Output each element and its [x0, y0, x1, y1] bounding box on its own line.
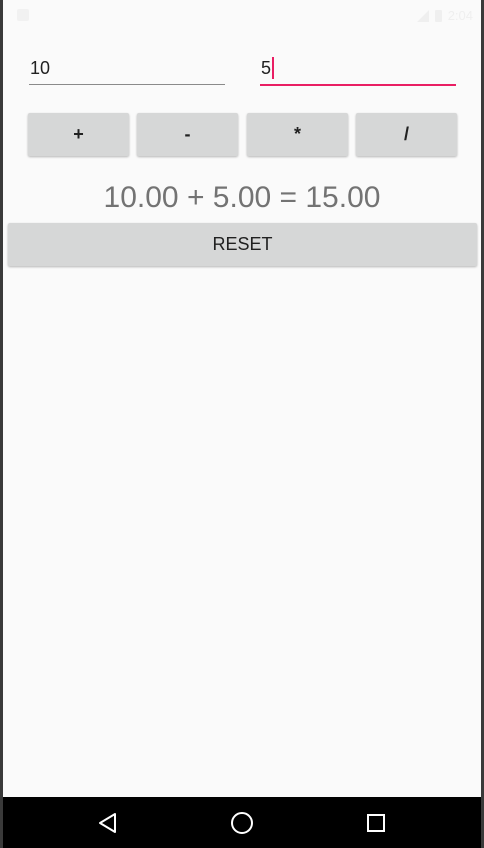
operator-buttons: + - * /: [28, 113, 457, 157]
text-cursor: [272, 56, 275, 79]
app-screen: 2:04 10 5 + - * / 10.00 + 5.00 = 15.00 R…: [3, 0, 481, 848]
second-number-value: 5: [261, 58, 272, 78]
recents-icon[interactable]: [362, 809, 390, 837]
home-icon[interactable]: [228, 809, 256, 837]
divide-button[interactable]: /: [356, 113, 457, 156]
battery-icon: [434, 9, 442, 22]
first-number-value[interactable]: 10: [29, 52, 226, 84]
status-icons: 2:04: [416, 8, 473, 23]
first-number-field[interactable]: 10: [29, 52, 225, 88]
second-number-field[interactable]: 5: [260, 52, 456, 88]
second-number-input[interactable]: 5: [260, 52, 457, 84]
notification-icon: [17, 9, 29, 21]
navigation-bar: [3, 797, 481, 848]
back-icon[interactable]: [94, 809, 122, 837]
subtract-button[interactable]: -: [137, 113, 238, 156]
status-time: 2:04: [447, 8, 473, 23]
status-bar: 2:04: [3, 0, 481, 32]
multiply-button[interactable]: *: [247, 113, 348, 156]
reset-button[interactable]: RESET: [8, 223, 477, 266]
result-text: 10.00 + 5.00 = 15.00: [103, 181, 381, 214]
second-number-underline: [260, 84, 456, 86]
first-number-underline: [29, 84, 225, 85]
add-button[interactable]: +: [28, 113, 129, 156]
signal-icon: [416, 9, 429, 22]
